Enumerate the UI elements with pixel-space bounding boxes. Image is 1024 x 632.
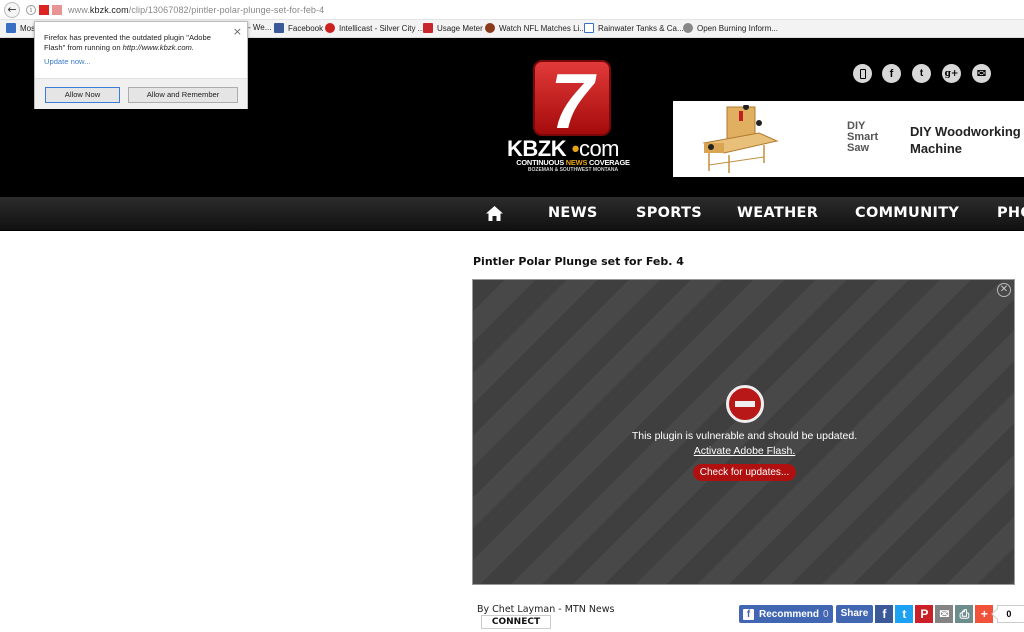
bookmark-item-intellicast[interactable]: Intellicast - Silver City ... bbox=[325, 23, 424, 33]
email-share-icon[interactable]: ✉ bbox=[935, 605, 954, 623]
ad-brand: DIY Smart Saw bbox=[847, 120, 879, 154]
nav-news[interactable]: NEWS bbox=[548, 205, 598, 221]
article-byline: By Chet Layman - MTN News bbox=[477, 604, 615, 615]
plugin-notification-popup: × Firefox has prevented the outdated plu… bbox=[34, 21, 248, 109]
email-icon[interactable]: ✉ bbox=[972, 64, 991, 83]
close-icon[interactable]: × bbox=[233, 25, 242, 38]
facebook-icon bbox=[274, 23, 284, 33]
ad-banner[interactable]: DIY Smart Saw DIY Woodworking Machine bbox=[673, 101, 1024, 177]
nav-sports[interactable]: SPORTS bbox=[636, 205, 702, 221]
video-player[interactable]: ✕ This plugin is vulnerable and should b… bbox=[472, 279, 1015, 585]
logo-tagline: CONTINUOUS NEWS COVERAGE bbox=[516, 158, 630, 167]
facebook-share-icon[interactable]: f bbox=[875, 605, 894, 623]
popup-message: Firefox has prevented the outdated plugi… bbox=[44, 33, 211, 52]
close-icon[interactable]: ✕ bbox=[997, 283, 1011, 297]
main-nav: NEWS SPORTS WEATHER COMMUNITY PHO bbox=[0, 197, 1024, 231]
intellicast-icon bbox=[325, 23, 335, 33]
activate-flash-link[interactable]: Activate Adobe Flash. bbox=[473, 445, 1016, 457]
facebook-share-button[interactable]: Share bbox=[835, 605, 874, 623]
print-share-icon[interactable]: ⎙ bbox=[955, 605, 974, 623]
usage-meter-icon bbox=[423, 23, 433, 33]
plugin-blocked-icon[interactable] bbox=[39, 4, 49, 15]
nav-weather[interactable]: WEATHER bbox=[737, 205, 818, 221]
bookmark-item-nfl[interactable]: Watch NFL Matches Li... bbox=[485, 23, 586, 33]
plugin-disabled-icon[interactable] bbox=[52, 4, 62, 15]
page-icon bbox=[584, 23, 594, 33]
facebook-recommend-button[interactable]: f Recommend 0 bbox=[739, 605, 833, 623]
nav-photos[interactable]: PHO bbox=[997, 205, 1024, 221]
ad-title: DIY Woodworking Machine bbox=[910, 124, 1021, 156]
twitter-share-icon[interactable]: t bbox=[895, 605, 914, 623]
back-button[interactable]: ← bbox=[4, 1, 20, 18]
popup-footer: Allow Now Allow and Remember bbox=[35, 78, 247, 109]
url-bar: ← i www.kbzk.com/clip/13067082/pintler-p… bbox=[0, 0, 1024, 20]
facebook-icon: f bbox=[743, 608, 754, 620]
facebook-icon[interactable]: f bbox=[882, 64, 901, 83]
nav-community[interactable]: COMMUNITY bbox=[855, 205, 959, 221]
bookmark-item-rainwater[interactable]: Rainwater Tanks & Ca... bbox=[584, 23, 684, 33]
bookmark-item-open-burning[interactable]: Open Burning Inform... bbox=[683, 23, 778, 33]
pinterest-share-icon[interactable]: P bbox=[915, 605, 934, 623]
connect-button[interactable]: CONNECT bbox=[481, 615, 551, 629]
logo-subtagline: BOZEMAN & SOUTHWEST MONTANA bbox=[527, 167, 619, 173]
twitter-icon[interactable]: t bbox=[912, 64, 931, 83]
check-updates-button[interactable]: Check for updates... bbox=[693, 464, 796, 481]
url-input[interactable]: www.kbzk.com/clip/13067082/pintler-polar… bbox=[68, 5, 324, 15]
article-title: Pintler Polar Plunge set for Feb. 4 bbox=[473, 255, 684, 268]
logo-seven-badge: 7 bbox=[533, 60, 611, 140]
allow-and-remember-button[interactable]: Allow and Remember bbox=[128, 87, 238, 103]
home-icon[interactable] bbox=[486, 206, 503, 221]
update-now-link[interactable]: Update now... bbox=[44, 57, 90, 66]
plugin-blocked-icon bbox=[726, 385, 764, 423]
bookmark-item-facebook[interactable]: Facebook bbox=[274, 23, 323, 33]
globe-icon bbox=[683, 23, 693, 33]
bookmark-item[interactable]: Mos bbox=[6, 23, 35, 33]
bookmark-item[interactable]: - We... bbox=[248, 23, 271, 32]
back-arrow-icon: ← bbox=[7, 3, 17, 16]
share-count: 0 bbox=[997, 605, 1024, 623]
site-info-icon[interactable]: i bbox=[26, 4, 36, 15]
google-plus-icon[interactable]: g+ bbox=[942, 64, 961, 83]
allow-now-button[interactable]: Allow Now bbox=[45, 87, 120, 103]
plugin-warning-text: This plugin is vulnerable and should be … bbox=[631, 430, 858, 442]
bookmark-page-icon bbox=[6, 23, 16, 33]
ad-woodworking-machine-image bbox=[702, 105, 779, 173]
bookmark-item-usage-meter[interactable]: Usage Meter bbox=[423, 23, 483, 33]
share-bar: f Recommend 0 Share f t P ✉ ⎙ + 0 bbox=[739, 605, 1024, 623]
mobile-icon[interactable] bbox=[853, 64, 872, 83]
football-icon bbox=[485, 23, 495, 33]
